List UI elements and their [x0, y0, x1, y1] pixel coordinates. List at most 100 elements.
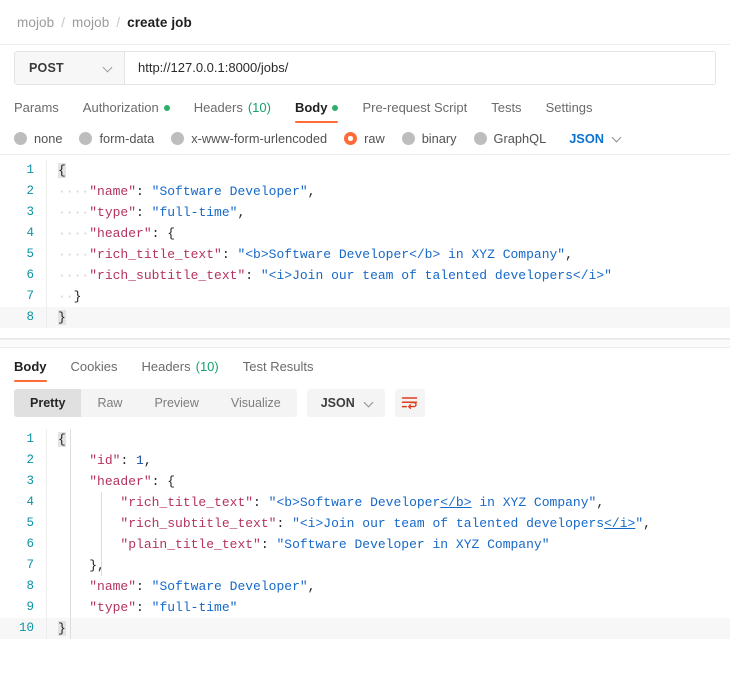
view-mode-label: Visualize: [230, 396, 281, 410]
code-text: "rich_title_text": "<b>Software Develope…: [47, 492, 604, 513]
body-type-label: GraphQL: [493, 131, 547, 146]
code-text: {: [47, 429, 66, 450]
code-text: ····"name": "Software Developer",: [47, 181, 315, 202]
body-type-label: raw: [364, 131, 385, 146]
code-token: "rich_subtitle_text": [89, 268, 246, 283]
code-token: "<i>Join our team of talented developers…: [260, 268, 612, 283]
tab-label: Tests: [491, 100, 522, 115]
response-tab-test-results[interactable]: Test Results: [231, 359, 326, 382]
code-token: ····: [58, 226, 90, 241]
request-url-row: POST: [0, 45, 730, 90]
line-number: 7: [26, 289, 34, 303]
code-token: "header": [89, 474, 152, 489]
code-token: :: [136, 600, 152, 615]
tab-tests[interactable]: Tests: [479, 100, 533, 123]
tab-label: Headers: [141, 359, 191, 374]
status-dot-icon: [163, 104, 170, 111]
tab-body[interactable]: Body: [283, 100, 351, 123]
raw-format-select[interactable]: JSON: [569, 131, 622, 146]
http-method-select[interactable]: POST: [15, 51, 125, 84]
code-token: :: [120, 453, 137, 468]
code-text: }: [47, 618, 66, 639]
view-mode-label: Pretty: [30, 396, 66, 410]
response-tabs: Body Cookies Headers (10) Test Results: [0, 348, 730, 382]
line-number: 7: [26, 558, 34, 572]
body-type-graphql[interactable]: GraphQL: [473, 131, 547, 146]
raw-format-label: JSON: [569, 131, 605, 146]
code-token: "rich_title_text": [89, 247, 222, 262]
response-toolbar: Pretty Raw Preview Visualize JSON: [0, 382, 730, 424]
body-type-none[interactable]: none: [14, 131, 62, 146]
view-mode-raw[interactable]: Raw: [81, 389, 138, 417]
tab-headers[interactable]: Headers (10): [182, 100, 283, 123]
request-body-editor[interactable]: 1{2 ····"name": "Software Developer", 3 ···…: [0, 155, 730, 339]
code-token: ,: [565, 247, 573, 262]
response-tab-body[interactable]: Body: [14, 359, 59, 382]
code-token: :: [151, 226, 168, 241]
line-number: 2: [26, 453, 34, 467]
tab-pre-request-script[interactable]: Pre-request Script: [350, 100, 479, 123]
body-type-binary[interactable]: binary: [401, 131, 457, 146]
code-text: "header": {: [47, 471, 175, 492]
code-line: 4 "rich_title_text": "<b>Software Develo…: [0, 492, 730, 513]
code-token: "type": [89, 600, 137, 615]
code-token: "type": [89, 205, 137, 220]
code-token: ····: [58, 247, 90, 262]
request-url-input[interactable]: [125, 51, 715, 84]
body-type-form-data[interactable]: form-data: [79, 131, 154, 146]
pane-divider[interactable]: [0, 339, 730, 348]
view-mode-preview[interactable]: Preview: [138, 389, 214, 417]
body-type-raw[interactable]: raw: [344, 131, 385, 146]
request-tabs: Params Authorization Headers (10) Body P…: [0, 90, 730, 123]
response-tab-headers[interactable]: Headers (10): [129, 359, 230, 382]
line-number: 6: [26, 537, 34, 551]
tab-params[interactable]: Params: [14, 100, 71, 123]
body-type-urlencoded[interactable]: x-www-form-urlencoded: [171, 131, 327, 146]
line-number: 5: [26, 516, 34, 530]
code-token: :: [136, 184, 152, 199]
response-body-editor[interactable]: 1{2 "id": 1, 3 "header": {4 "rich_title_t…: [0, 424, 730, 693]
postman-window: mojob / mojob / create job POST Params A…: [0, 0, 730, 693]
code-token: </b>: [440, 495, 472, 510]
line-number: 5: [26, 247, 34, 261]
view-mode-visualize[interactable]: Visualize: [215, 389, 297, 417]
body-type-row: none form-data x-www-form-urlencoded raw…: [0, 123, 730, 155]
breadcrumb-item-workspace[interactable]: mojob: [17, 15, 54, 30]
code-token: "rich_title_text": [120, 495, 254, 510]
word-wrap-button[interactable]: [394, 389, 425, 417]
code-token: ,: [237, 205, 246, 220]
tab-settings[interactable]: Settings: [534, 100, 605, 123]
view-mode-pretty[interactable]: Pretty: [14, 389, 82, 417]
radio-icon: [473, 132, 487, 145]
breadcrumb-item-collection[interactable]: mojob: [72, 15, 109, 30]
line-number: 10: [18, 621, 34, 635]
code-text: ····"type": "full-time",: [47, 202, 245, 223]
code-line: 2 "id": 1,: [0, 450, 730, 471]
code-line: 6 "plain_title_text": "Software Develope…: [0, 534, 730, 555]
tab-label: Body: [14, 359, 47, 374]
code-line: 3 "header": {: [0, 471, 730, 492]
response-format-select[interactable]: JSON: [306, 389, 385, 417]
code-line: 1{: [0, 429, 730, 450]
chevron-down-icon: [365, 399, 374, 408]
line-number: 8: [26, 579, 34, 593]
response-format-label: JSON: [320, 396, 355, 410]
code-token: },: [89, 558, 105, 573]
tab-label: Pre-request Script: [362, 100, 468, 115]
code-token: ,: [307, 184, 316, 199]
line-number: 3: [26, 205, 34, 219]
tab-authorization[interactable]: Authorization: [71, 100, 182, 123]
code-token: in XYZ Company": [471, 495, 597, 510]
breadcrumb-item-request[interactable]: create job: [127, 15, 192, 30]
code-text: ····"rich_subtitle_text": "<i>Join our t…: [47, 265, 612, 286]
tab-label: Settings: [545, 100, 593, 115]
radio-icon: [171, 132, 185, 145]
response-tab-cookies[interactable]: Cookies: [59, 359, 130, 382]
tab-label: Body: [294, 100, 328, 115]
code-text: },: [47, 555, 105, 576]
code-token: "name": [89, 184, 137, 199]
